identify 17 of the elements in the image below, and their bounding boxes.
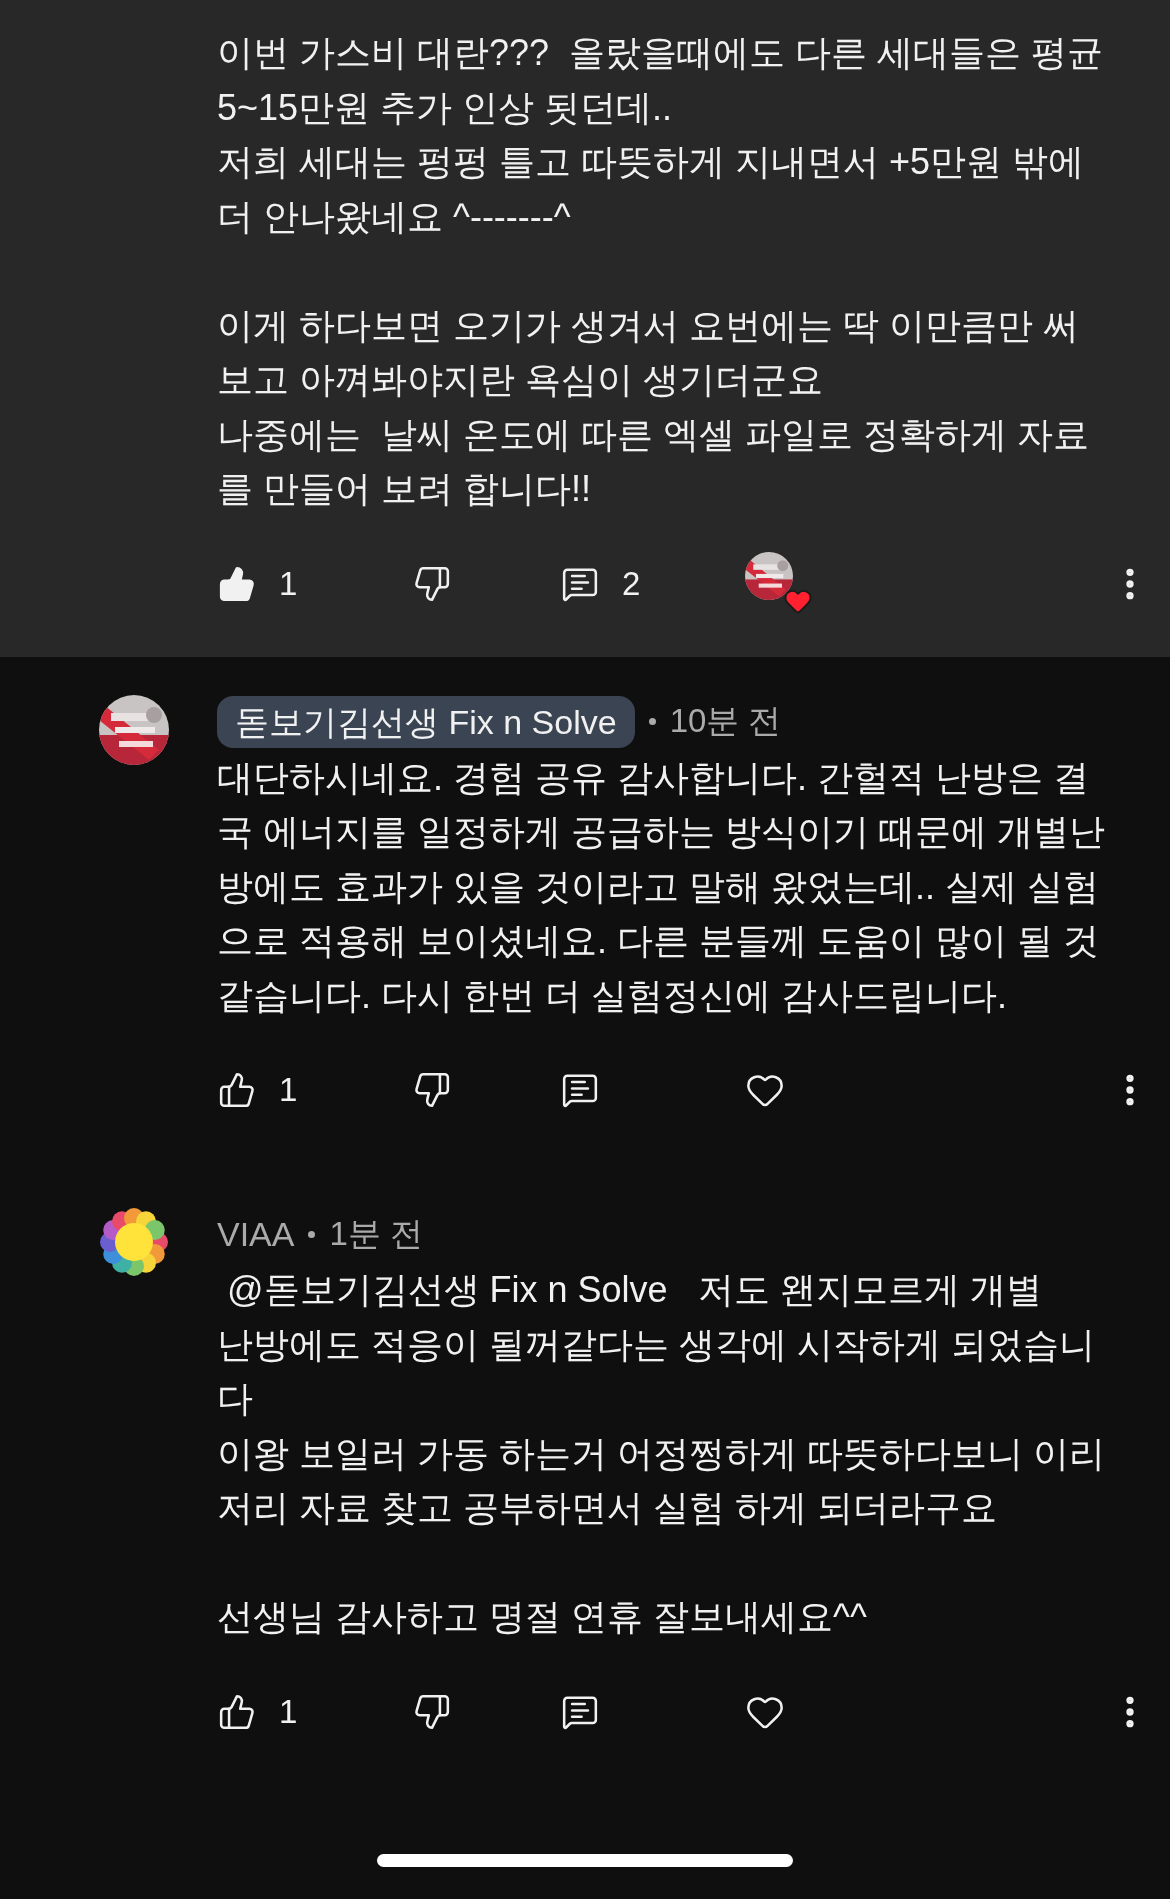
comment-text: 대단하시네요. 경험 공유 감사합니다. 간헐적 난방은 결 국 에너지를 일정하게 공급하는 방식이기 때문에 개별난 방에도 효과가 있을 것이라고 말해 왔었는데.. 실제 실험 으로 적용해 보이셨네요. 다른 분들께 도움이 많이 될 것 같습니다. 다시 한번 더 실험정신에 감사드립니다. xyxy=(217,755,1106,1018)
like-icon[interactable] xyxy=(217,1070,257,1110)
creator-heart[interactable] xyxy=(745,551,813,616)
comment-text: 이번 가스비 대란??? 올랐을때에도 다른 세대들은 평균 5~15만원 추가 인상 됫던데.. 저희 세대는 펑펑 틀고 따뜻하게 지내면서 +5만원 밖에 더 안나왔네요 ^-------^ 이게 하다보면 오기가 생겨서 요번에는 딱 이만큼만 써 보고 아껴봐야지란 욕심이 생기더군요 나중에는 날씨 온도에 따른 엑셀 파일로 정확하게 자료 를 만들어 보려 합니다!! xyxy=(217,31,1105,511)
separator-dot xyxy=(308,1230,316,1238)
dislike-icon[interactable] xyxy=(412,1070,452,1110)
author-name[interactable]: 돋보기김선생 Fix n Solve xyxy=(217,695,635,748)
like-count: 1 xyxy=(279,564,298,603)
like-count: 1 xyxy=(279,1692,298,1731)
author-name[interactable]: VIAA xyxy=(217,1208,295,1260)
like-count: 1 xyxy=(279,1071,298,1109)
comment-time: 10분 전 xyxy=(669,701,782,741)
flower-icon xyxy=(98,1207,169,1277)
separator-dot xyxy=(648,718,656,725)
comment-text: @돋보기김선생 Fix n Solve 저도 왠지모르게 개별 난방에도 적응이 될꺼같다는 생각에 시작하게 되었습니 다 이왕 보일러 가동 하는거 어정쩡하게 따뜻하다보니 이리 저리 자료 찾고 공부하면서 실험 하게 되더라구요 선생님 감사하고 명절 연휴 잘보내세요^^ xyxy=(217,1268,1106,1639)
reply-count: 2 xyxy=(622,564,641,603)
comment-time: 1분 전 xyxy=(329,1213,423,1254)
